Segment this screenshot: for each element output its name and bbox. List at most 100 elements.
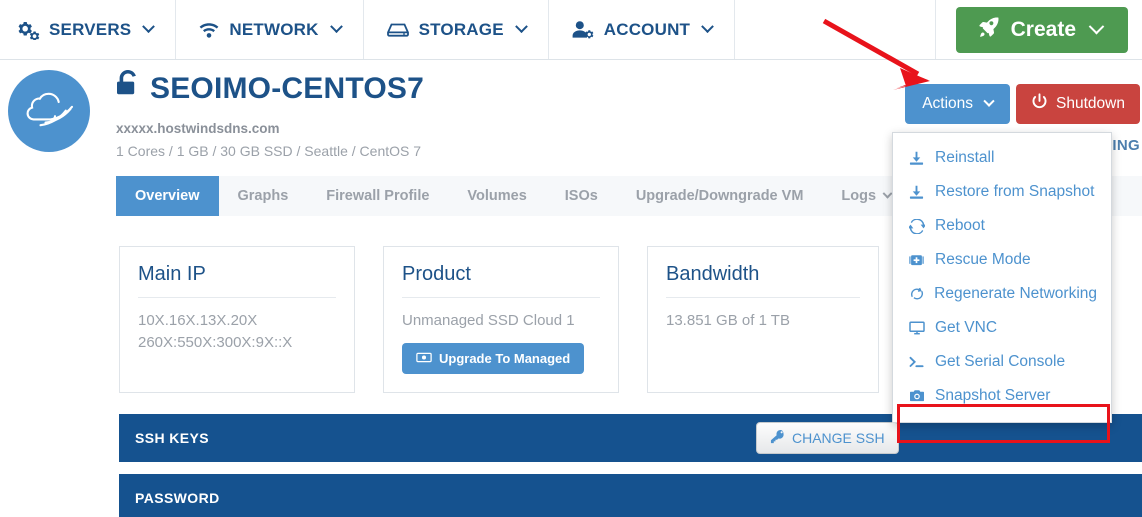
menu-label-get-serial-console: Get Serial Console [935,353,1066,370]
menu-item-rescue-mode[interactable]: Rescue Mode [893,243,1111,277]
refresh-icon [909,218,926,234]
page-title: SEOIMO-CENTOS7 [116,70,424,108]
menu-label-get-vnc: Get VNC [935,319,998,336]
create-button-wrapper: Create [936,0,1142,59]
chevron-down-icon [329,20,343,34]
section-password: PASSWORD [119,474,1142,517]
download-icon [909,151,926,166]
nav-label-storage: STORAGE [418,19,504,39]
chevron-down-icon [514,20,528,34]
change-ssh-button[interactable]: CHANGE SSH [756,422,899,454]
nav-item-storage[interactable]: STORAGE [364,0,549,59]
nav-item-servers[interactable]: SERVERS [0,0,177,59]
tab-overview[interactable]: Overview [116,176,219,216]
money-bill-icon [416,351,432,366]
menu-label-restore-from-snapshot: Restore from Snapshot [935,183,1095,200]
server-name: SEOIMO-CENTOS7 [150,72,424,105]
card-title-product: Product [402,263,600,298]
server-hostname: xxxxx.hostwindsdns.com [116,121,280,136]
actions-button[interactable]: Actions [905,84,1011,124]
menu-item-snapshot-server[interactable]: Snapshot Server [893,379,1111,413]
card-body-main-ip: 10X.16X.13X.20X 260X:550X:300X:9X::X [138,310,336,354]
unlock-icon [116,70,140,108]
shutdown-button[interactable]: Shutdown [1016,84,1140,124]
nav-label-account: ACCOUNT [603,19,691,39]
card-title-bandwidth: Bandwidth [666,263,860,298]
download-icon [909,185,926,200]
chevron-down-icon [1088,18,1105,35]
top-navigation-bar: SERVERS NETWORK STORAGE ACCOUNT Create [0,0,1142,60]
user-gear-icon [571,20,595,40]
create-button[interactable]: Create [955,6,1128,53]
nav-label-network: NETWORK [229,19,319,39]
menu-item-get-vnc[interactable]: Get VNC [893,311,1111,345]
chevron-down-icon [142,20,156,34]
gears-icon [18,20,40,40]
tab-label-firewall-profile: Firewall Profile [326,188,430,204]
menu-label-regenerate-networking: Regenerate Networking [934,285,1097,302]
card-body-product: Unmanaged SSD Cloud 1 Upgrade To Managed [402,310,600,374]
key-icon [770,429,785,447]
card-main-ip: Main IP 10X.16X.13X.20X 260X:550X:300X:9… [119,246,355,393]
upgrade-to-managed-label: Upgrade To Managed [439,350,571,366]
menu-item-reboot[interactable]: Reboot [893,209,1111,243]
server-header-info: SEOIMO-CENTOS7 xxxxx.hostwindsdns.com 1 … [116,70,424,159]
monitor-icon [909,321,926,335]
overview-cards: Main IP 10X.16X.13X.20X 260X:550X:300X:9… [119,246,879,393]
terminal-icon [909,355,926,369]
tab-label-overview: Overview [135,188,200,204]
nav-item-network[interactable]: NETWORK [176,0,364,59]
nav-item-account[interactable]: ACCOUNT [549,0,736,59]
menu-item-reinstall[interactable]: Reinstall [893,141,1111,175]
card-bandwidth: Bandwidth 13.851 GB of 1 TB [647,246,879,393]
upgrade-to-managed-button[interactable]: Upgrade To Managed [402,342,585,374]
avatar [8,70,90,152]
tab-label-logs: Logs [841,188,877,204]
billing-tab-partial[interactable]: ING [1112,137,1140,154]
menu-label-reinstall: Reinstall [935,149,995,166]
hostwinds-cloud-logo-icon [21,86,77,137]
shutdown-button-label: Shutdown [1056,95,1125,112]
card-product: Product Unmanaged SSD Cloud 1 Upgrade To… [383,246,619,393]
menu-label-snapshot-server: Snapshot Server [935,387,1051,404]
menu-item-restore-from-snapshot[interactable]: Restore from Snapshot [893,175,1111,209]
medkit-icon [909,253,926,267]
camera-icon [909,389,926,403]
server-specs: 1 Cores / 1 GB / 30 GB SSD / Seattle / C… [116,143,422,159]
product-value: Unmanaged SSD Cloud 1 [402,312,575,329]
card-title-main-ip: Main IP [138,263,336,298]
menu-item-get-serial-console[interactable]: Get Serial Console [893,345,1111,379]
section-title-ssh-keys: SSH KEYS [135,430,209,446]
wifi-icon [198,21,220,39]
tab-label-volumes: Volumes [467,188,527,204]
menu-item-regenerate-networking[interactable]: Regenerate Networking [893,277,1111,311]
tab-upgrade-downgrade-vm[interactable]: Upgrade/Downgrade VM [617,176,823,216]
server-management-page: SERVERS NETWORK STORAGE ACCOUNT Create S… [0,0,1142,517]
tab-label-isos: ISOs [564,188,598,204]
bandwidth-value: 13.851 GB of 1 TB [666,312,790,329]
chevron-down-icon [882,188,893,199]
nav-spacer [735,0,936,59]
tab-volumes[interactable]: Volumes [448,176,545,216]
chevron-down-icon [983,95,995,107]
menu-label-reboot: Reboot [935,217,985,234]
main-ipv4-value: 10X.16X.13X.20X [138,312,258,329]
tab-firewall-profile[interactable]: Firewall Profile [307,176,448,216]
tab-label-graphs: Graphs [237,188,289,204]
server-action-buttons: Actions Shutdown [905,84,1142,124]
actions-button-label: Actions [922,95,974,112]
card-body-bandwidth: 13.851 GB of 1 TB [666,310,860,332]
chevron-down-icon [701,20,715,34]
actions-dropdown-menu: Reinstall Restore from Snapshot Reboot R… [892,132,1112,423]
tab-isos[interactable]: ISOs [546,176,617,216]
change-ssh-label: CHANGE SSH [792,430,885,446]
main-ipv6-value: 260X:550X:300X:9X::X [138,333,293,351]
power-icon [1031,93,1048,115]
create-button-label: Create [1010,17,1076,41]
nav-label-servers: SERVERS [49,19,132,39]
menu-label-rescue-mode: Rescue Mode [935,251,1031,268]
tab-graphs[interactable]: Graphs [219,176,308,216]
storage-icon [386,21,410,38]
tab-label-upgrade-downgrade-vm: Upgrade/Downgrade VM [635,188,804,204]
rocket-icon [978,16,1000,44]
